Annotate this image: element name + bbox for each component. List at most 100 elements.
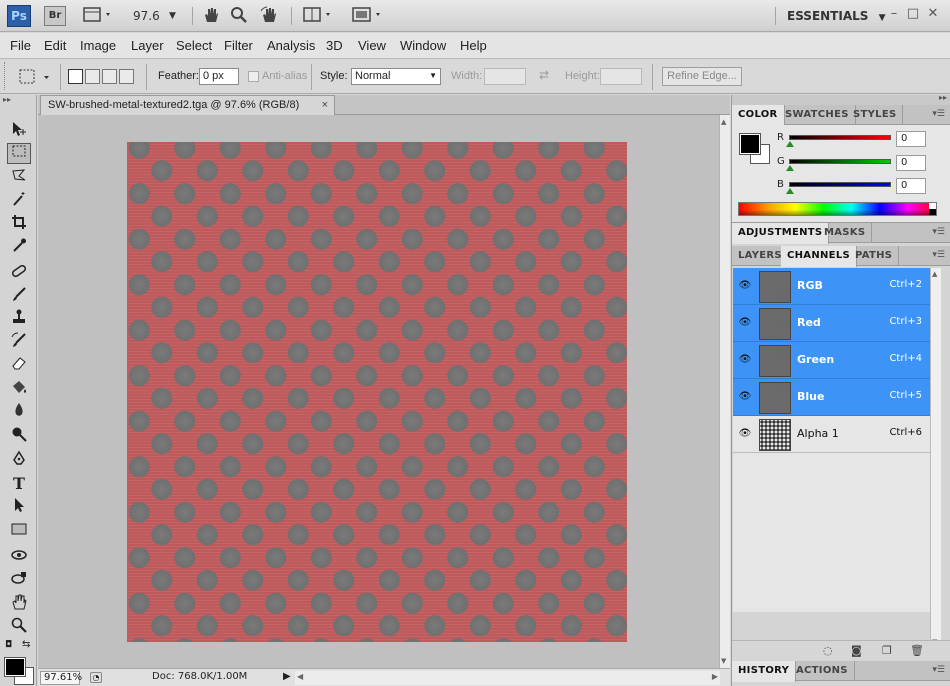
swap-colors-icon[interactable]: ⇆ bbox=[22, 639, 30, 650]
menu-view[interactable]: View bbox=[358, 38, 386, 53]
menu-edit[interactable]: Edit bbox=[44, 38, 66, 53]
path-select-icon[interactable] bbox=[7, 496, 31, 517]
move-icon[interactable] bbox=[7, 120, 31, 141]
tab-styles[interactable]: STYLES bbox=[847, 105, 904, 125]
scroll-down-icon[interactable]: ▼ bbox=[721, 657, 726, 665]
panel-menu-icon[interactable]: ▾☰ bbox=[932, 250, 945, 260]
menu-3d[interactable]: 3D bbox=[326, 38, 343, 53]
history-brush-icon[interactable] bbox=[7, 331, 31, 352]
panel-menu-icon[interactable]: ▾☰ bbox=[932, 227, 945, 237]
green-slider-thumb[interactable] bbox=[786, 165, 794, 171]
eye-icon[interactable]: 👁 bbox=[738, 428, 752, 439]
minimize-icon[interactable]: – bbox=[886, 6, 902, 22]
eraser-icon[interactable] bbox=[7, 354, 31, 375]
menu-file[interactable]: File bbox=[10, 38, 31, 53]
menu-help[interactable]: Help bbox=[460, 38, 487, 53]
delete-channel-icon[interactable]: 🗑 bbox=[910, 644, 924, 657]
collapse-icon[interactable]: ▸▸ bbox=[939, 93, 947, 102]
load-channel-selection-icon[interactable]: ◌ bbox=[823, 644, 833, 657]
tab-adjustments[interactable]: ADJUSTMENTS bbox=[732, 223, 830, 244]
tab-paths[interactable]: PATHS bbox=[849, 246, 900, 266]
channel-row-rgb[interactable]: 👁 RGB Ctrl+2 bbox=[733, 268, 930, 305]
close-icon[interactable]: × bbox=[322, 96, 328, 114]
tab-actions[interactable]: ACTIONS bbox=[790, 661, 855, 681]
scroll-right-icon[interactable]: ▶ bbox=[712, 672, 718, 681]
foreground-color-swatch[interactable] bbox=[4, 657, 26, 677]
channel-row-alpha[interactable]: 👁 Alpha 1 Ctrl+6 bbox=[733, 416, 930, 453]
arrange-documents-button[interactable] bbox=[303, 6, 335, 26]
tool-preset-picker[interactable] bbox=[14, 66, 54, 88]
rect-marquee-icon[interactable] bbox=[7, 143, 31, 164]
menu-image[interactable]: Image bbox=[80, 38, 116, 53]
feather-input[interactable]: 0 px bbox=[199, 68, 239, 85]
menu-filter[interactable]: Filter bbox=[224, 38, 253, 53]
blue-slider[interactable] bbox=[789, 182, 891, 187]
width-input[interactable] bbox=[484, 68, 526, 85]
eye-icon[interactable]: 👁 bbox=[738, 317, 752, 328]
default-colors-icon[interactable]: ◘ bbox=[5, 640, 12, 650]
status-zoom-field[interactable]: 97.61% bbox=[40, 671, 82, 685]
close-icon[interactable]: ✕ bbox=[925, 6, 941, 22]
eye-icon[interactable]: 👁 bbox=[738, 280, 752, 291]
canvas-area[interactable] bbox=[38, 115, 719, 668]
horizontal-scrollbar[interactable]: ◀ ▶ bbox=[295, 671, 720, 685]
height-input[interactable] bbox=[600, 68, 642, 85]
maximize-icon[interactable]: □ bbox=[905, 6, 921, 22]
3d-orbit-icon[interactable] bbox=[7, 569, 31, 590]
blue-slider-thumb[interactable] bbox=[786, 188, 794, 194]
new-channel-icon[interactable]: ❐ bbox=[882, 644, 892, 657]
tab-channels[interactable]: CHANNELS bbox=[781, 246, 857, 267]
type-icon[interactable]: T bbox=[7, 473, 31, 494]
eye-icon[interactable]: 👁 bbox=[738, 354, 752, 365]
save-selection-channel-icon[interactable]: ◙ bbox=[851, 644, 862, 657]
channel-row-blue[interactable]: 👁 Blue Ctrl+5 bbox=[733, 379, 930, 416]
document-canvas-image[interactable] bbox=[127, 142, 627, 642]
scroll-up-icon[interactable]: ▲ bbox=[721, 118, 726, 126]
paint-bucket-icon[interactable] bbox=[7, 378, 31, 399]
workspace-switcher[interactable]: ESSENTIALS ▼ bbox=[787, 9, 886, 23]
menu-select[interactable]: Select bbox=[176, 38, 212, 53]
channels-scrollbar[interactable]: ▲ ▼ bbox=[930, 268, 941, 648]
green-slider[interactable] bbox=[789, 159, 891, 164]
blur-icon[interactable] bbox=[7, 401, 31, 422]
eye-icon[interactable]: 👁 bbox=[738, 391, 752, 402]
brush-icon[interactable] bbox=[7, 285, 31, 306]
clone-stamp-icon[interactable] bbox=[7, 308, 31, 329]
style-dropdown[interactable]: Normal ▼ bbox=[351, 68, 441, 85]
status-info-icon[interactable]: ◔ bbox=[90, 672, 102, 683]
menu-layer[interactable]: Layer bbox=[131, 38, 164, 53]
lasso-icon[interactable] bbox=[7, 167, 31, 188]
collapse-icon[interactable]: ▸▸ bbox=[3, 95, 11, 104]
new-selection-button[interactable] bbox=[68, 69, 83, 84]
tab-swatches[interactable]: SWATCHES bbox=[779, 105, 856, 125]
screen-mode-button[interactable] bbox=[352, 6, 384, 26]
tab-masks[interactable]: MASKS bbox=[818, 223, 873, 243]
tab-color[interactable]: COLOR bbox=[732, 105, 785, 126]
zoom-icon[interactable] bbox=[7, 616, 31, 637]
grip-handle[interactable] bbox=[4, 62, 8, 90]
refine-edge-button[interactable]: Refine Edge... bbox=[662, 67, 742, 86]
red-value-input[interactable]: 0 bbox=[896, 131, 926, 147]
zoom-tool-button[interactable] bbox=[230, 6, 248, 26]
color-spectrum-bar[interactable] bbox=[738, 202, 937, 216]
document-tab[interactable]: SW-brushed-metal-textured2.tga @ 97.6% (… bbox=[40, 95, 335, 115]
green-value-input[interactable]: 0 bbox=[896, 155, 926, 171]
swap-dimensions-icon[interactable]: ⇄ bbox=[539, 68, 549, 82]
magic-wand-icon[interactable] bbox=[7, 190, 31, 211]
healing-brush-icon[interactable] bbox=[7, 262, 31, 283]
channel-row-green[interactable]: 👁 Green Ctrl+4 bbox=[733, 342, 930, 379]
red-slider-thumb[interactable] bbox=[786, 141, 794, 147]
view-extras-button[interactable] bbox=[82, 6, 114, 26]
eyedropper-icon[interactable] bbox=[7, 236, 31, 257]
zoom-level-dropdown[interactable]: 97.6 ▼ bbox=[133, 6, 181, 26]
menu-window[interactable]: Window bbox=[400, 38, 446, 53]
intersect-selection-button[interactable] bbox=[119, 69, 134, 84]
panel-menu-icon[interactable]: ▾☰ bbox=[932, 665, 945, 675]
subtract-from-selection-button[interactable] bbox=[102, 69, 117, 84]
scroll-left-icon[interactable]: ◀ bbox=[297, 672, 303, 681]
dodge-icon[interactable] bbox=[7, 425, 31, 446]
panel-menu-icon[interactable]: ▾☰ bbox=[932, 109, 945, 119]
vertical-scrollbar[interactable]: ▲ ▼ bbox=[719, 115, 730, 668]
channel-row-red[interactable]: 👁 Red Ctrl+3 bbox=[733, 305, 930, 342]
pen-icon[interactable] bbox=[7, 450, 31, 471]
